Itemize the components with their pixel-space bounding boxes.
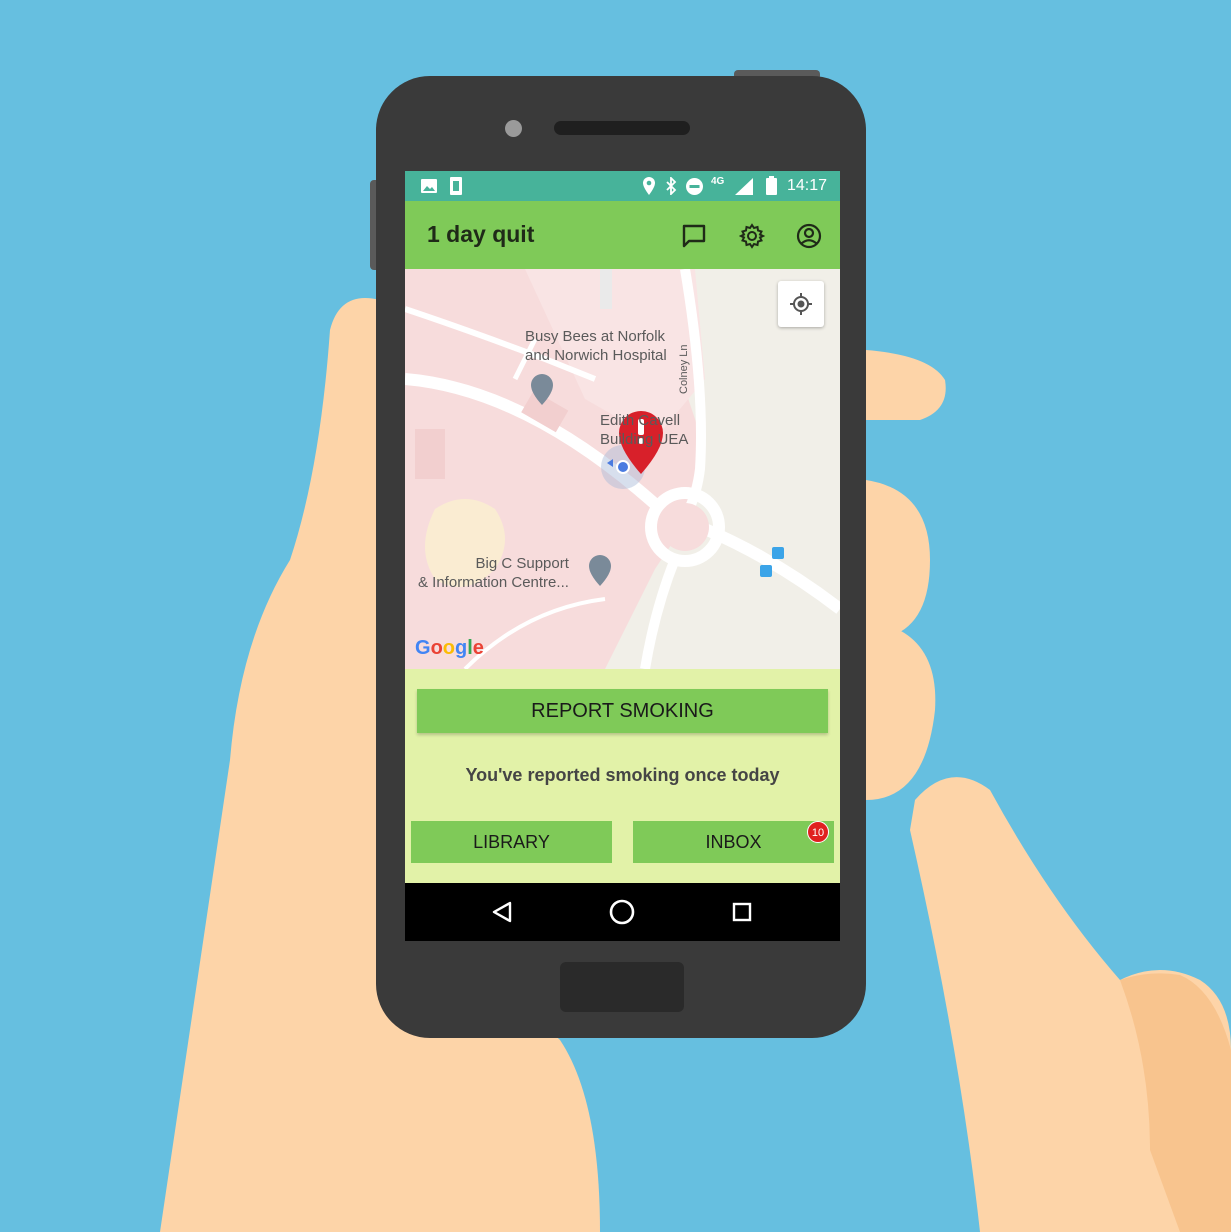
library-button[interactable]: LIBRARY bbox=[411, 821, 612, 863]
phone-home-key bbox=[560, 962, 684, 1012]
android-nav-bar bbox=[405, 883, 840, 941]
earpiece-speaker bbox=[554, 121, 690, 135]
account-icon[interactable] bbox=[796, 223, 822, 249]
battery-icon bbox=[766, 176, 777, 195]
front-camera bbox=[505, 120, 522, 137]
map-label-busy-bees[interactable]: Busy Bees at Norfolk and Norwich Hospita… bbox=[525, 327, 667, 365]
map-label-edith-cavell[interactable]: Edith Cavell Building UEA bbox=[600, 411, 688, 449]
network-type: 4G bbox=[711, 176, 725, 187]
chat-icon[interactable] bbox=[681, 223, 707, 249]
app-bar: 1 day quit bbox=[405, 201, 840, 269]
inbox-button[interactable]: INBOX bbox=[633, 821, 834, 863]
right-finger-mid bbox=[866, 480, 930, 640]
report-status-text: You've reported smoking once today bbox=[465, 765, 780, 785]
do-not-disturb-icon bbox=[686, 178, 703, 195]
status-time: 14:17 bbox=[787, 177, 828, 194]
google-logo-letter: e bbox=[472, 637, 484, 659]
status-bar: 4G 14:17 bbox=[405, 171, 840, 201]
map-label-big-c[interactable]: Big C Support & Information Centre... bbox=[418, 554, 569, 592]
my-location-button[interactable] bbox=[778, 281, 824, 327]
map-view[interactable]: Busy Bees at Norfolk and Norwich Hospita… bbox=[405, 269, 840, 669]
signal-icon bbox=[735, 178, 753, 195]
right-finger-low bbox=[866, 620, 936, 800]
page-title: 1 day quit bbox=[427, 221, 535, 247]
google-logo-letter: o bbox=[430, 637, 443, 659]
recents-icon[interactable] bbox=[732, 902, 752, 922]
right-finger-top bbox=[866, 350, 946, 420]
home-icon[interactable] bbox=[609, 899, 635, 925]
crosshair-icon bbox=[790, 293, 812, 315]
sim-icon bbox=[450, 177, 462, 195]
settings-gear-icon[interactable] bbox=[739, 223, 765, 249]
app-screen: 4G 14:17 1 day quit Busy Bees at Norfolk… bbox=[405, 171, 840, 941]
google-logo-letter: g bbox=[455, 637, 468, 659]
location-icon bbox=[643, 177, 655, 195]
google-logo-letter: G bbox=[415, 637, 431, 659]
report-smoking-button[interactable]: REPORT SMOKING bbox=[417, 689, 828, 733]
bluetooth-icon bbox=[666, 177, 677, 195]
google-logo-letter: o bbox=[442, 637, 455, 659]
back-icon[interactable] bbox=[491, 901, 513, 923]
gallery-icon bbox=[421, 179, 437, 193]
map-label-colney-ln: Colney Ln bbox=[678, 344, 690, 394]
google-logo: Google bbox=[415, 637, 484, 660]
inbox-count-badge: 10 bbox=[807, 821, 829, 843]
